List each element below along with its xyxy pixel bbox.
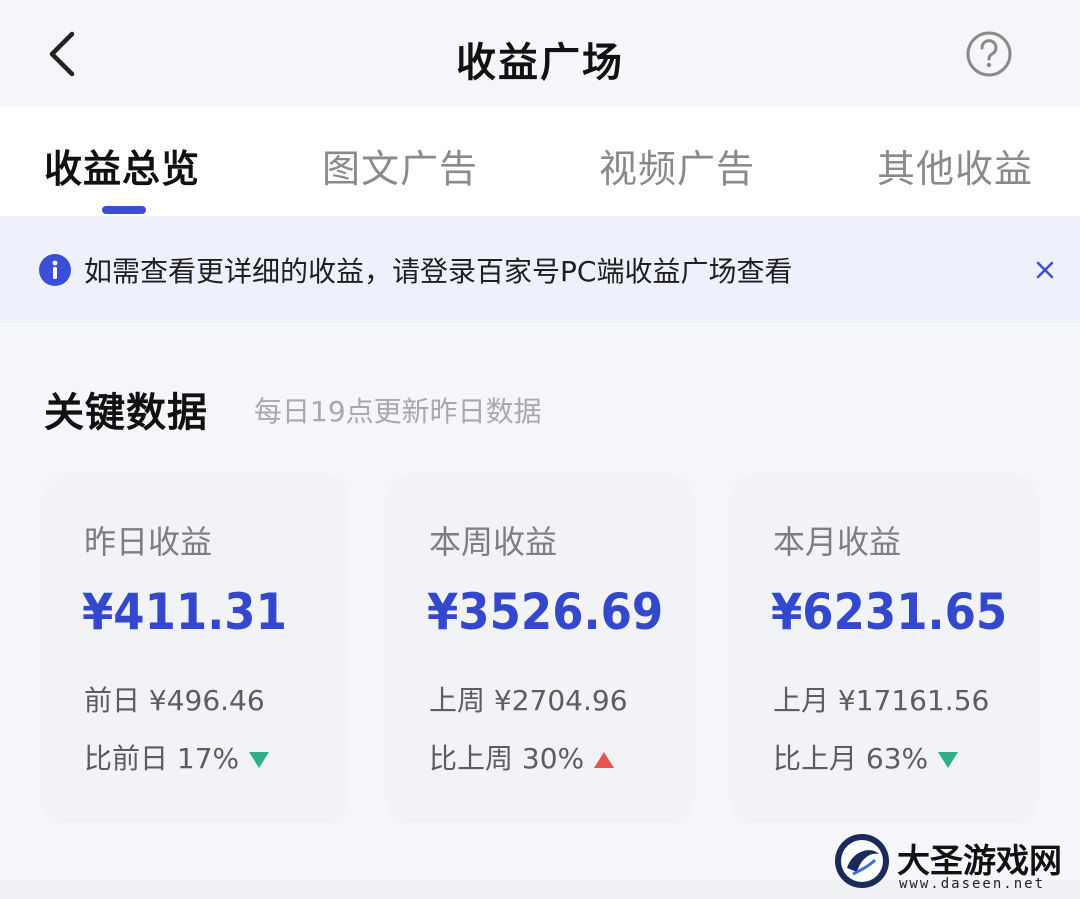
tab-bar: 收益总览 图文广告 视频广告 其他收益 <box>0 106 1080 216</box>
trend-down-icon <box>938 752 959 768</box>
card-previous-value: 上周 ¥2704.96 <box>429 684 628 717</box>
trend-up-icon <box>594 752 615 768</box>
card-label: 本月收益 <box>773 523 902 561</box>
card-amount: ¥411.31 <box>82 583 287 641</box>
card-amount: ¥6231.65 <box>771 583 1008 641</box>
notice-text: 如需查看更详细的收益，请登录百家号PC端收益广场查看 <box>84 255 793 288</box>
card-label: 昨日收益 <box>84 523 213 561</box>
tab-overview[interactable]: 收益总览 <box>44 138 200 193</box>
close-icon[interactable] <box>1030 255 1060 285</box>
header-bar: 收益广场 <box>0 0 1080 106</box>
card-month-income[interactable]: 本月收益 ¥6231.65 上月 ¥17161.56 比上月 63% <box>733 475 1035 820</box>
section-subtitle: 每日19点更新昨日数据 <box>254 395 542 428</box>
comparison-text: 比前日 17% <box>84 742 240 775</box>
tab-video-ads[interactable]: 视频广告 <box>599 138 755 193</box>
card-previous-value: 上月 ¥17161.56 <box>773 684 990 717</box>
question-circle-icon <box>966 31 1012 77</box>
section-title: 关键数据 <box>44 390 208 436</box>
info-icon <box>39 254 71 286</box>
active-tab-indicator <box>102 206 146 214</box>
help-button[interactable] <box>964 29 1014 79</box>
comparison-text: 比上周 30% <box>429 742 585 775</box>
card-previous-value: 前日 ¥496.46 <box>84 684 265 717</box>
trend-down-icon <box>249 752 270 768</box>
comparison-text: 比上月 63% <box>773 742 929 775</box>
watermark-text: 大圣游戏网 <box>897 841 1062 880</box>
site-watermark: 大圣游戏网 www.daseen.net <box>833 828 1080 899</box>
card-week-income[interactable]: 本周收益 ¥3526.69 上周 ¥2704.96 比上周 30% <box>389 475 691 820</box>
card-yesterday-income[interactable]: 昨日收益 ¥411.31 前日 ¥496.46 比前日 17% <box>44 475 346 820</box>
watermark-url: www.daseen.net <box>899 876 1046 892</box>
card-comparison: 比上周 30% <box>429 737 615 777</box>
tab-image-text-ads[interactable]: 图文广告 <box>322 138 478 193</box>
card-amount: ¥3526.69 <box>427 583 664 641</box>
page-title: 收益广场 <box>456 40 624 86</box>
card-comparison: 比上月 63% <box>773 737 959 777</box>
tab-other-income[interactable]: 其他收益 <box>877 138 1033 193</box>
card-comparison: 比前日 17% <box>84 737 270 777</box>
card-label: 本周收益 <box>429 523 558 561</box>
watermark-logo-icon <box>835 834 889 888</box>
